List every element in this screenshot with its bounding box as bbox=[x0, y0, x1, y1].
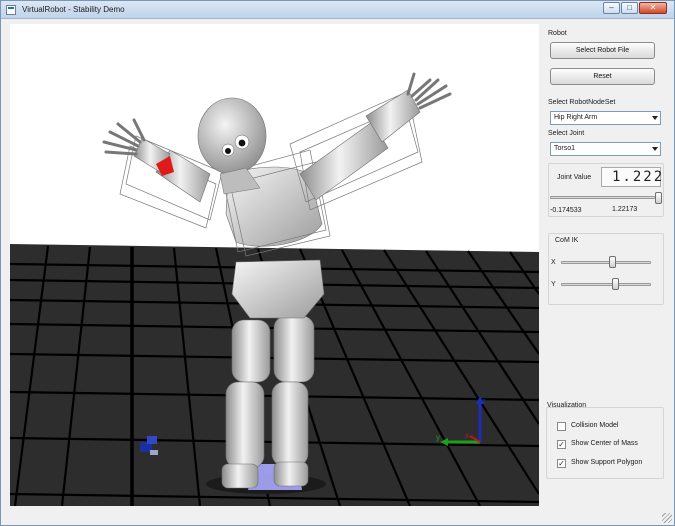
control-panel: Robot Select Robot File Reset Select Rob… bbox=[542, 24, 668, 506]
show-support-polygon-label: Show Support Polygon bbox=[571, 459, 643, 466]
joint-value-slider-track[interactable] bbox=[550, 196, 660, 199]
chevron-down-icon bbox=[652, 116, 658, 120]
chevron-down-icon bbox=[652, 147, 658, 151]
title-bar[interactable]: VirtualRobot - Stability Demo – □ ✕ bbox=[1, 1, 674, 19]
joint-select-value: Torso1 bbox=[554, 145, 576, 152]
com-ik-group: CoM IK X Y bbox=[548, 233, 664, 305]
robot-group-title: Robot bbox=[548, 30, 567, 37]
collision-model-checkbox[interactable] bbox=[557, 422, 566, 431]
com-x-label: X bbox=[551, 259, 556, 266]
joint-select[interactable]: Torso1 bbox=[550, 142, 661, 156]
com-y-slider-track[interactable] bbox=[561, 283, 651, 286]
joint-value-readout: 1.222 bbox=[612, 169, 665, 185]
robot-node-set-value: Hip Right Arm bbox=[554, 114, 598, 121]
robot-node-set-select[interactable]: Hip Right Arm bbox=[550, 111, 661, 125]
app-icon bbox=[6, 5, 16, 15]
maximize-button[interactable]: □ bbox=[621, 2, 638, 14]
close-button[interactable]: ✕ bbox=[639, 2, 667, 14]
collision-model-label: Collision Model bbox=[571, 422, 619, 429]
joint-value-display: 1.222 bbox=[601, 167, 665, 187]
com-y-slider-thumb[interactable] bbox=[612, 278, 619, 290]
joint-value-slider-thumb[interactable] bbox=[655, 192, 662, 204]
com-ik-title: CoM IK bbox=[555, 237, 579, 244]
select-robot-file-button[interactable]: Select Robot File bbox=[550, 42, 655, 59]
joint-max-value: 1.22173 bbox=[612, 206, 638, 213]
robot-node-set-label: Select RobotNodeSet bbox=[548, 99, 616, 106]
com-x-slider-thumb[interactable] bbox=[609, 256, 616, 268]
3d-viewport[interactable]: z y x bbox=[10, 24, 539, 506]
robot-left-arm bbox=[102, 118, 211, 203]
joint-select-label: Select Joint bbox=[548, 130, 585, 137]
axis-label-z: z bbox=[482, 397, 486, 406]
com-y-label: Y bbox=[551, 281, 556, 288]
reset-button[interactable]: Reset bbox=[550, 68, 655, 85]
robot-right-arm bbox=[299, 72, 452, 201]
axis-label-y: y bbox=[436, 433, 440, 442]
show-center-of-mass-checkbox[interactable]: ✓ bbox=[557, 440, 566, 449]
minimize-button[interactable]: – bbox=[603, 2, 620, 14]
com-x-slider-track[interactable] bbox=[561, 261, 651, 264]
window-controls: – □ ✕ bbox=[603, 2, 667, 14]
joint-value-label: Joint Value bbox=[557, 174, 592, 181]
show-center-of-mass-label: Show Center of Mass bbox=[571, 440, 638, 447]
visualization-group: Visualization Collision Model ✓ Show Cen… bbox=[544, 402, 666, 502]
app-window: VirtualRobot - Stability Demo – □ ✕ z y … bbox=[0, 0, 675, 526]
window-title: VirtualRobot - Stability Demo bbox=[22, 5, 125, 14]
robot-pelvis bbox=[231, 259, 325, 319]
show-support-polygon-checkbox[interactable]: ✓ bbox=[557, 459, 566, 468]
resize-grip-icon[interactable] bbox=[662, 513, 672, 523]
axis-label-x: x bbox=[465, 431, 469, 440]
scene-canvas: z y x bbox=[10, 72, 539, 506]
joint-min-value: -0.174533 bbox=[550, 207, 582, 214]
robot-group: Robot Select Robot File Reset Select Rob… bbox=[544, 24, 666, 306]
